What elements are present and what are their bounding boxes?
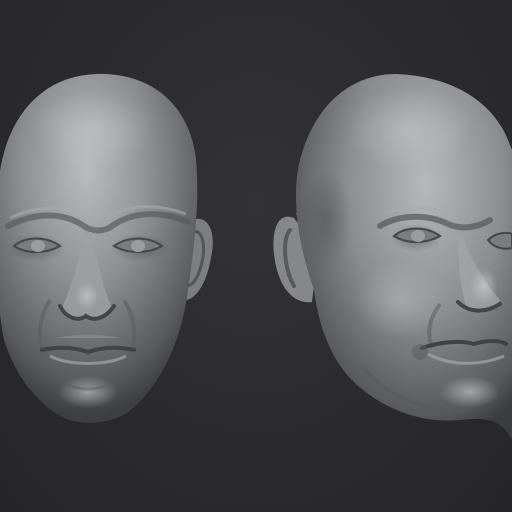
head-model-three-quarter: [273, 74, 512, 440]
sculpt-render: [0, 73, 512, 440]
head-model-front: [0, 73, 213, 423]
3d-viewport[interactable]: [0, 0, 512, 512]
